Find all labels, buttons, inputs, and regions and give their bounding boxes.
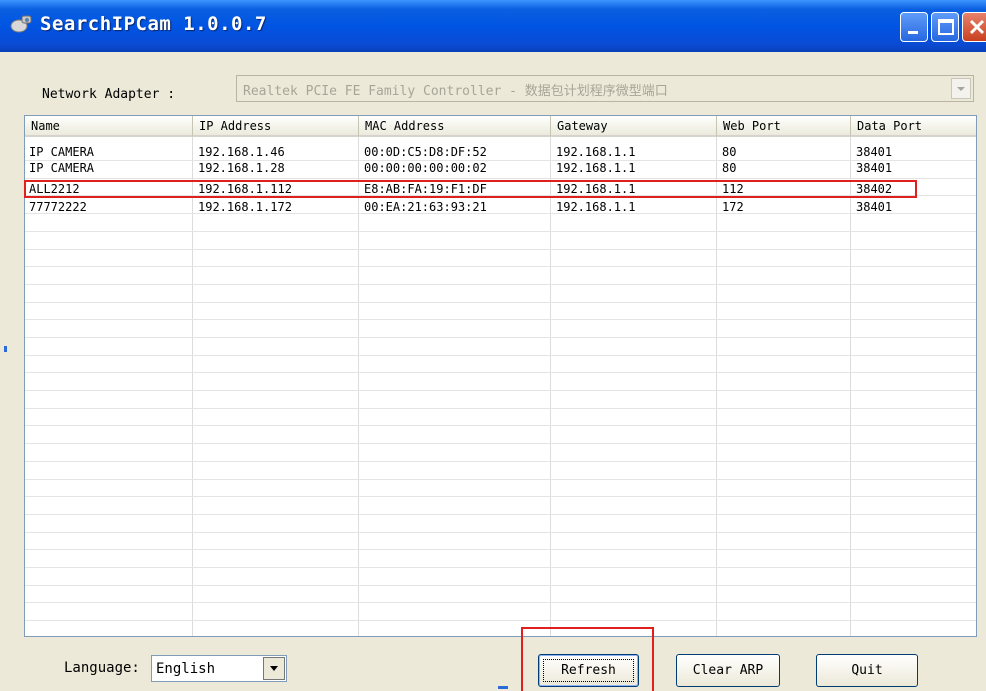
network-adapter-select[interactable]: Realtek PCIe FE Family Controller - 数据包计… <box>236 75 974 102</box>
row-gridline <box>25 567 976 568</box>
row-gridline <box>25 337 976 338</box>
cell-data-port: 38401 <box>856 200 893 214</box>
row-gridline <box>25 585 976 586</box>
cell-gateway: 192.168.1.1 <box>556 161 636 175</box>
cell-ip: 192.168.1.46 <box>198 145 285 159</box>
column-divider <box>850 137 851 636</box>
row-gridline <box>25 532 976 533</box>
row-gridline <box>25 461 976 462</box>
column-divider <box>550 137 551 636</box>
app-icon <box>10 15 32 33</box>
title-bar[interactable]: SearchIPCam 1.0.0.7 <box>0 0 986 52</box>
row-gridline <box>25 355 976 356</box>
cell-ip: 192.168.1.28 <box>198 161 285 175</box>
row-gridline <box>25 549 976 550</box>
cell-web-port: 80 <box>722 145 737 159</box>
adapter-dropdown-button[interactable] <box>951 78 971 99</box>
language-label: Language: <box>64 660 140 676</box>
network-adapter-value: Realtek PCIe FE Family Controller - 数据包计… <box>243 84 668 99</box>
column-divider <box>716 137 717 636</box>
row-gridline <box>25 602 976 603</box>
minimize-icon <box>908 31 918 34</box>
cell-web-port: 172 <box>722 200 744 214</box>
row-gridline <box>25 372 976 373</box>
row-gridline <box>25 496 976 497</box>
cell-name: IP CAMERA <box>29 145 95 159</box>
minimize-button[interactable] <box>900 12 928 42</box>
column-header-name[interactable]: Name <box>25 116 193 137</box>
maximize-icon <box>938 19 954 35</box>
column-header-web-port[interactable]: Web Port <box>717 116 851 137</box>
cell-ip: 192.168.1.172 <box>198 200 292 214</box>
selected-row-highlight <box>24 180 917 198</box>
screen-artifact <box>498 686 508 689</box>
column-header-mac[interactable]: MAC Address <box>359 116 551 137</box>
cell-gateway: 192.168.1.1 <box>556 145 636 159</box>
language-value: English <box>156 661 216 677</box>
row-gridline <box>25 178 976 179</box>
column-divider <box>192 137 193 636</box>
clear-arp-button[interactable]: Clear ARP <box>676 654 780 687</box>
chevron-down-icon <box>270 666 278 671</box>
row-gridline <box>25 390 976 391</box>
quit-label: Quit <box>851 663 883 678</box>
row-gridline <box>25 620 976 621</box>
column-header-gateway[interactable]: Gateway <box>551 116 717 137</box>
row-gridline <box>25 160 976 161</box>
row-gridline <box>25 302 976 303</box>
row-gridline <box>25 425 976 426</box>
row-gridline <box>25 249 976 250</box>
close-button[interactable] <box>962 12 986 42</box>
window-title: SearchIPCam 1.0.0.7 <box>40 13 267 35</box>
row-gridline <box>25 284 976 285</box>
app-window: SearchIPCam 1.0.0.7 Network Adapter : Re… <box>0 0 986 691</box>
row-gridline <box>25 408 976 409</box>
chevron-down-icon <box>957 87 965 91</box>
language-select[interactable]: English <box>151 655 287 682</box>
quit-button[interactable]: Quit <box>816 654 918 687</box>
cell-mac: 00:EA:21:63:93:21 <box>364 200 487 214</box>
network-adapter-label: Network Adapter : <box>42 87 176 102</box>
column-header-data-port[interactable]: Data Port <box>851 116 976 137</box>
cell-name: 77772222 <box>29 200 87 214</box>
row-gridline <box>25 213 976 214</box>
column-header-ip[interactable]: IP Address <box>193 116 359 137</box>
row-gridline <box>25 443 976 444</box>
clear-arp-label: Clear ARP <box>692 663 764 678</box>
cell-mac: 00:0D:C5:D8:DF:52 <box>364 145 487 159</box>
cell-name: IP CAMERA <box>29 161 95 175</box>
cell-web-port: 80 <box>722 161 737 175</box>
cell-gateway: 192.168.1.1 <box>556 200 636 214</box>
focus-rectangle <box>543 659 634 682</box>
row-gridline <box>25 479 976 480</box>
cell-data-port: 38401 <box>856 161 893 175</box>
maximize-button[interactable] <box>931 12 959 42</box>
row-gridline <box>25 514 976 515</box>
column-divider <box>358 137 359 636</box>
cell-mac: 00:00:00:00:00:02 <box>364 161 487 175</box>
screen-artifact <box>4 346 7 352</box>
close-icon <box>969 19 985 35</box>
cell-data-port: 38401 <box>856 145 893 159</box>
row-gridline <box>25 231 976 232</box>
refresh-button[interactable]: Refresh <box>538 654 639 687</box>
row-gridline <box>25 319 976 320</box>
row-gridline <box>25 266 976 267</box>
language-dropdown-button[interactable] <box>263 657 285 680</box>
